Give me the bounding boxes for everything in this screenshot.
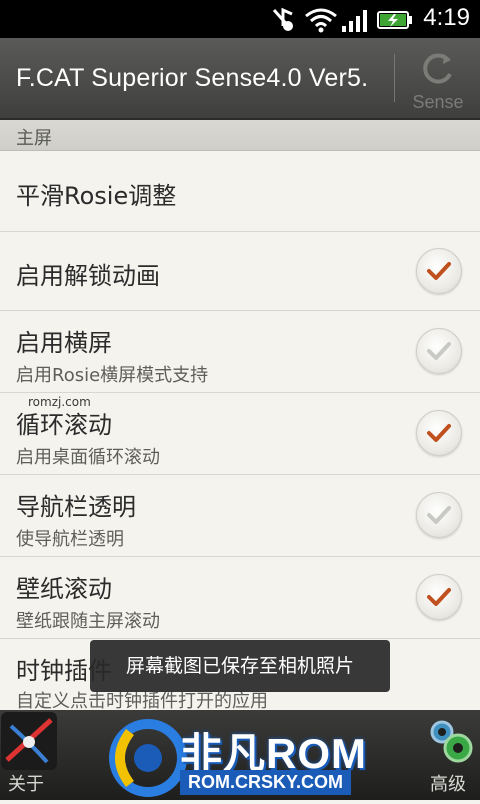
about-tab[interactable]: 关于: [0, 710, 58, 800]
checkbox[interactable]: [416, 328, 462, 374]
wifi-icon: [305, 8, 337, 33]
list-item-title: 壁纸滚动: [16, 575, 112, 603]
list-item-landscape[interactable]: 启用横屏 启用Rosie横屏模式支持: [0, 311, 480, 393]
list-item-title: 导航栏透明: [16, 493, 136, 521]
checkbox[interactable]: [416, 492, 462, 538]
list-item-subtitle: 启用Rosie横屏模式支持: [16, 365, 209, 386]
list-item-subtitle: 使导航栏透明: [16, 529, 124, 550]
checkbox[interactable]: [416, 248, 462, 294]
list-item-navbar-transparent[interactable]: 导航栏透明 使导航栏透明: [0, 475, 480, 557]
advanced-label: 高级: [430, 774, 466, 795]
about-label: 关于: [8, 774, 44, 795]
checkbox[interactable]: [416, 410, 462, 456]
action-bar: F.CAT Superior Sense4.0 Ver5. Sense: [0, 38, 480, 120]
list-item-title: 启用横屏: [16, 329, 112, 357]
refresh-icon: [423, 53, 452, 84]
status-bar: 4:19: [0, 0, 480, 38]
signal-icon: [342, 10, 367, 32]
sense-label: Sense: [412, 92, 464, 112]
check-icon: [427, 424, 451, 442]
list-item-title: 循环滚动: [16, 411, 112, 439]
battery-icon: [377, 11, 412, 29]
notification-muted-icon: [272, 7, 293, 31]
about-icon: [1, 712, 57, 770]
check-icon: [427, 588, 451, 606]
sense-refresh-button[interactable]: Sense: [402, 46, 474, 112]
check-icon: [427, 342, 451, 360]
list-item-wallpaper-scroll[interactable]: 壁纸滚动 壁纸跟随主屏滚动: [0, 557, 480, 639]
section-header: 主屏: [0, 120, 480, 151]
gear-icon: [430, 720, 473, 763]
list-item-title: 启用解锁动画: [16, 262, 160, 290]
page-title: F.CAT Superior Sense4.0 Ver5.: [16, 64, 369, 92]
divider: [394, 54, 395, 102]
section-title: 主屏: [16, 128, 52, 149]
watermark-logo: 非凡ROM ROM.CRSKY.COM: [100, 712, 390, 800]
clock: 4:19: [423, 4, 470, 31]
check-icon: [427, 506, 451, 524]
list-item-subtitle: 壁纸跟随主屏滚动: [16, 611, 160, 632]
watermark-url: ROM.CRSKY.COM: [180, 770, 352, 795]
checkbox[interactable]: [416, 574, 462, 620]
toast-message: 屏幕截图已保存至相机照片: [90, 640, 390, 692]
list-item-smooth-rosie[interactable]: 平滑Rosie调整: [0, 151, 480, 232]
list-item-loop-scroll[interactable]: romzj.com 循环滚动 启用桌面循环滚动: [0, 393, 480, 475]
list-item-title: 平滑Rosie调整: [16, 182, 177, 210]
check-icon: [427, 262, 451, 280]
list-item-unlock-animation[interactable]: 启用解锁动画: [0, 232, 480, 311]
list-item-subtitle: 启用桌面循环滚动: [16, 447, 160, 468]
advanced-tab[interactable]: 高级: [420, 710, 480, 800]
